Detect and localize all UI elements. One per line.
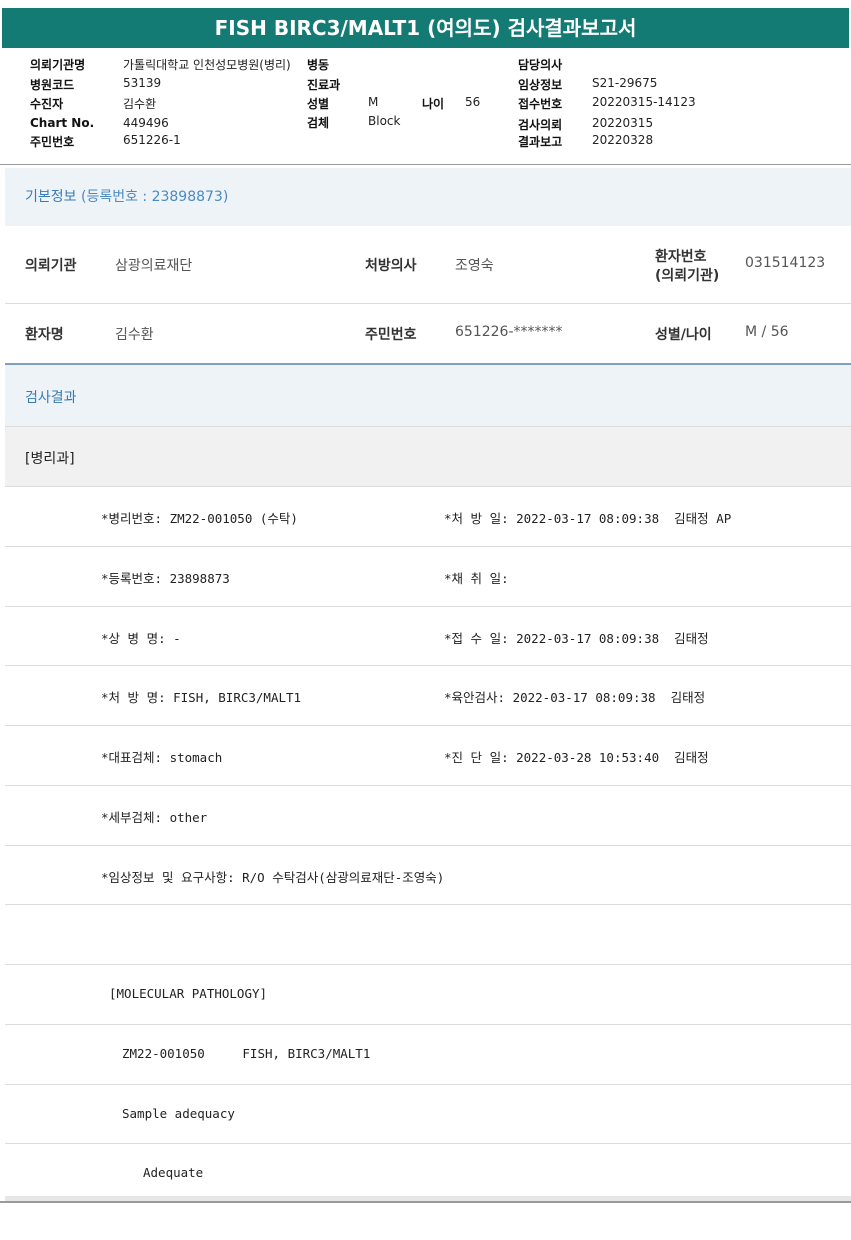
sex-value: M	[368, 95, 379, 109]
prescriber-value: 조영숙	[455, 258, 494, 274]
department-band	[5, 427, 851, 487]
row-divider	[5, 546, 851, 547]
receipt-value: 20220315-14123	[592, 95, 696, 109]
institution-value: 가톨릭대학교 인천성모병원(병리)	[123, 58, 291, 72]
clinical-value: S21-29675	[592, 76, 658, 90]
basic-info-reg-no: (등록번호 : 23898873)	[80, 189, 229, 205]
patient-name-label: 환자명	[25, 327, 64, 343]
requesting-institution-label: 의뢰기관	[25, 258, 77, 274]
age-label: 나이	[422, 97, 445, 111]
order-date-line: *처 방 일: 2022-03-17 08:09:38 김태정 AP	[444, 511, 732, 526]
row-divider	[5, 1143, 851, 1144]
clinical-label: 임상정보	[518, 78, 563, 92]
row-divider	[5, 904, 851, 905]
prescriber-label: 처방의사	[365, 258, 417, 274]
request-value: 20220315	[592, 116, 654, 130]
specimen-value: Block	[368, 114, 401, 128]
request-label: 검사의뢰	[518, 118, 563, 132]
rrn-value: 651226-1	[123, 133, 181, 147]
row-divider	[5, 665, 851, 666]
patient-no-label: 환자번호	[655, 249, 707, 265]
report-date-value: 20220328	[592, 133, 654, 147]
doctor-label: 담당의사	[518, 58, 563, 72]
rrn-masked-label: 주민번호	[365, 327, 417, 343]
row-divider	[5, 606, 851, 607]
requesting-institution-value: 삼광의료재단	[115, 258, 193, 274]
age-value: 56	[465, 95, 481, 109]
report-title: FISH BIRC3/MALT1 (여의도) 검사결과보고서	[2, 8, 849, 48]
diagnosis-name-line: *상 병 명: -	[101, 631, 181, 646]
molecular-test-line: ZM22-001050 FISH, BIRC3/MALT1	[122, 1046, 371, 1061]
pathology-no-line: *병리번호: ZM22-001050 (수탁)	[101, 511, 298, 526]
rrn-label: 주민번호	[30, 135, 75, 149]
main-specimen-line: *대표검체: stomach	[101, 750, 223, 765]
diagnosis-date-line: *진 단 일: 2022-03-28 10:53:40 김태정	[444, 750, 709, 765]
receipt-label: 접수번호	[518, 97, 563, 111]
row-divider	[5, 1084, 851, 1085]
clinical-info-line: *임상정보 및 요구사항: R/O 수탁검사(삼광의료재단-조영숙)	[101, 870, 445, 885]
sample-adequacy-value: Adequate	[143, 1165, 204, 1180]
collection-date-line: *채 취 일:	[444, 571, 509, 586]
sex-age-value: M / 56	[745, 324, 789, 340]
row-divider	[5, 845, 851, 846]
sample-adequacy-label: Sample adequacy	[122, 1106, 235, 1121]
receipt-date-line: *접 수 일: 2022-03-17 08:09:38 김태정	[444, 631, 709, 646]
row-divider	[5, 725, 851, 726]
patient-value: 김수환	[123, 97, 157, 111]
basic-info-title: 기본정보 (등록번호 : 23898873)	[25, 186, 228, 206]
row-divider	[5, 303, 851, 304]
hospital-code-label: 병원코드	[30, 78, 75, 92]
chart-no-label: Chart No.	[30, 116, 95, 130]
molecular-pathology-heading: [MOLECULAR PATHOLOGY]	[109, 986, 268, 1001]
hospital-code-value: 53139	[123, 76, 162, 90]
sex-age-label: 성별/나이	[655, 327, 712, 343]
row-divider	[5, 785, 851, 786]
row-divider	[5, 1024, 851, 1025]
results-band	[5, 365, 851, 426]
sub-specimen-line: *세부검체: other	[101, 810, 208, 825]
basic-info-heading: 기본정보	[25, 189, 77, 205]
specimen-label: 검체	[307, 116, 330, 130]
chart-no-value: 449496	[123, 116, 169, 130]
rrn-masked-value: 651226-*******	[455, 324, 563, 340]
registration-no-line: *등록번호: 23898873	[101, 571, 230, 586]
row-divider	[5, 486, 851, 487]
patient-name-value: 김수환	[115, 327, 154, 343]
header-divider	[0, 164, 851, 165]
report-date-label: 결과보고	[518, 135, 563, 149]
patient-no-sublabel: (의뢰기관)	[655, 268, 720, 284]
sex-label: 성별	[307, 97, 330, 111]
patient-no-value: 031514123	[745, 255, 826, 271]
order-name-line: *처 방 명: FISH, BIRC3/MALT1	[101, 690, 302, 705]
patient-label: 수진자	[30, 97, 64, 111]
row-divider	[5, 964, 851, 965]
ward-label: 병동	[307, 58, 330, 72]
institution-label: 의뢰기관명	[30, 58, 86, 72]
department-label: [병리과]	[25, 451, 75, 467]
results-title: 검사결과	[25, 390, 77, 406]
bottom-divider	[0, 1201, 851, 1203]
gross-exam-line: *육안검사: 2022-03-17 08:09:38 김태정	[444, 690, 706, 705]
dept-label: 진료과	[307, 78, 341, 92]
